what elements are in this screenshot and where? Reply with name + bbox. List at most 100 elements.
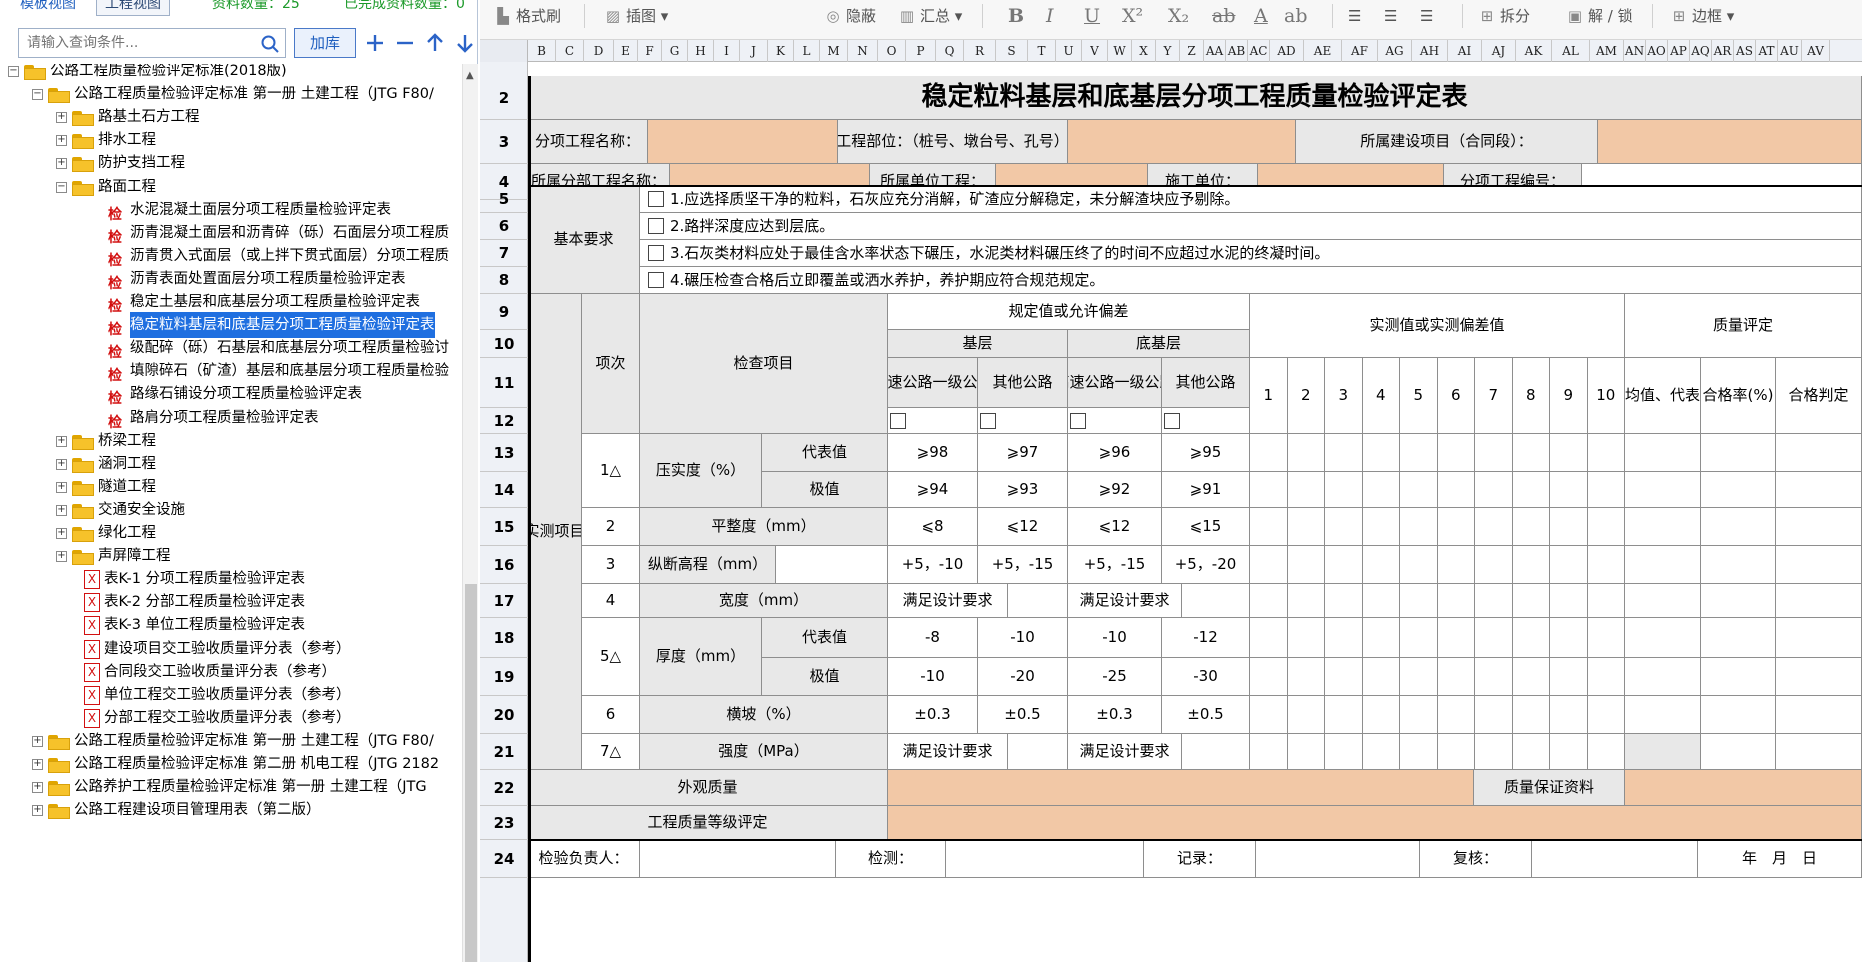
pass-rate-cell[interactable] (1701, 618, 1776, 658)
row-header-cell[interactable]: 10 (480, 330, 528, 358)
measured-value-cell[interactable] (1437, 584, 1475, 618)
tree-folder[interactable]: + 排水工程 (0, 127, 462, 153)
column-header-cell[interactable]: D (584, 40, 614, 62)
measured-value-cell[interactable] (1287, 434, 1325, 472)
column-header-cell[interactable]: W (1108, 40, 1132, 62)
measured-value-cell[interactable] (1362, 434, 1400, 472)
row-header-cell[interactable]: 3 (480, 120, 528, 164)
column-header-cell[interactable]: AF (1342, 40, 1378, 62)
column-header-cell[interactable]: C (556, 40, 584, 62)
pass-judgement-cell[interactable] (1776, 734, 1862, 770)
column-header-cell[interactable]: Z (1180, 40, 1204, 62)
tree-folder[interactable]: + 涵洞工程 (0, 451, 462, 477)
measured-value-cell[interactable] (1587, 508, 1625, 546)
measured-value-cell[interactable] (1512, 734, 1550, 770)
tree-item[interactable]: X 分部工程交工验收质量评分表（参考） (0, 705, 462, 731)
measured-value-cell[interactable] (1475, 734, 1513, 770)
row-header-cell[interactable]: 6 (480, 213, 528, 240)
row-header-cell[interactable]: 17 (480, 584, 528, 618)
requirement-checkbox[interactable] (648, 272, 664, 288)
measured-value-cell[interactable] (1475, 434, 1513, 472)
tree-item[interactable]: 检沥青贯入式面层（或上拌下贯式面层）分项工程质 (0, 243, 462, 269)
expand-toggle-icon[interactable]: + (32, 782, 43, 794)
road-class-checkbox[interactable] (1164, 412, 1180, 429)
quality-grade-input[interactable] (888, 806, 1862, 840)
measured-value-cell[interactable] (1325, 434, 1363, 472)
column-header-cell[interactable]: V (1082, 40, 1108, 62)
requirement-checkbox[interactable] (648, 245, 664, 261)
tree-folder[interactable]: + 桥梁工程 (0, 428, 462, 454)
column-header-cell[interactable]: O (878, 40, 906, 62)
insert-image-button[interactable]: ▨ 插图 ▾ (604, 2, 668, 30)
column-header-cell[interactable]: AI (1448, 40, 1482, 62)
measured-value-cell[interactable] (1475, 546, 1513, 584)
tree-item[interactable]: X 表K-2 分部工程质量检验评定表 (0, 589, 462, 615)
format-painter-button[interactable]: ▙ 格式刷 (494, 2, 561, 30)
strikethrough-button[interactable]: ab (1212, 2, 1236, 30)
elevation-input[interactable] (776, 546, 888, 584)
lock-button[interactable]: ▣ 解 / 锁 (1566, 2, 1633, 30)
reviewer-input[interactable] (1532, 840, 1698, 878)
tree-folder[interactable]: + 公路工程质量检验评定标准 第一册 土建工程（JTG F80/ (0, 728, 462, 754)
measured-value-cell[interactable] (1550, 434, 1588, 472)
pass-judgement-cell[interactable] (1776, 472, 1862, 508)
measured-value-cell[interactable] (1362, 734, 1400, 770)
column-header-cell[interactable]: AS (1734, 40, 1756, 62)
measured-value-cell[interactable] (1325, 618, 1363, 658)
expand-toggle-icon[interactable]: + (56, 504, 67, 516)
measured-value-cell[interactable] (1550, 618, 1588, 658)
expand-toggle-icon[interactable]: + (56, 135, 67, 147)
tree-item[interactable]: X 建设项目交工验收质量评分表（参考） (0, 636, 462, 662)
tree-folder[interactable]: + 交通安全设施 (0, 497, 462, 523)
column-header-cell[interactable]: AN (1624, 40, 1646, 62)
measured-value-cell[interactable] (1550, 658, 1588, 696)
column-header-cell[interactable]: G (662, 40, 688, 62)
measured-value-cell[interactable] (1400, 696, 1438, 734)
average-value-cell[interactable] (1625, 546, 1701, 584)
column-header-cell[interactable]: S (996, 40, 1028, 62)
measured-value-cell[interactable] (1287, 508, 1325, 546)
row-header-cell[interactable]: 19 (480, 658, 528, 696)
expand-toggle-icon[interactable]: + (56, 435, 67, 447)
measured-value-cell[interactable] (1512, 658, 1550, 696)
row-header-cell[interactable]: 11 (480, 358, 528, 408)
bold-button[interactable]: B (1008, 2, 1024, 30)
search-icon[interactable] (261, 35, 279, 53)
measured-value-cell[interactable] (1400, 584, 1438, 618)
measured-value-cell[interactable] (1250, 584, 1288, 618)
column-header-cell[interactable]: AT (1756, 40, 1778, 62)
measured-value-cell[interactable] (1362, 472, 1400, 508)
pass-judgement-cell[interactable] (1776, 696, 1862, 734)
measured-value-cell[interactable] (1587, 546, 1625, 584)
measured-value-cell[interactable] (1362, 696, 1400, 734)
tree-folder[interactable]: + 路基土石方工程 (0, 104, 462, 130)
column-header-cell[interactable]: AQ (1690, 40, 1712, 62)
measured-value-cell[interactable] (1250, 508, 1288, 546)
measured-value-cell[interactable] (1512, 696, 1550, 734)
column-header-cell[interactable]: AM (1590, 40, 1624, 62)
measured-value-cell[interactable] (1362, 658, 1400, 696)
measured-value-cell[interactable] (1250, 658, 1288, 696)
pass-rate-cell[interactable] (1701, 546, 1776, 584)
measured-value-cell[interactable] (1437, 658, 1475, 696)
tree-item[interactable]: 检级配碎（砾）石基层和底基层分项工程质量检验讨 (0, 335, 462, 361)
expand-toggle-icon[interactable]: + (32, 735, 43, 747)
measured-value-cell[interactable] (1400, 734, 1438, 770)
row-header-cell[interactable]: 8 (480, 267, 528, 294)
tree-folder[interactable]: + 绿化工程 (0, 520, 462, 546)
column-header-cell[interactable]: P (906, 40, 936, 62)
tree-folder[interactable]: + 隧道工程 (0, 474, 462, 500)
pass-rate-cell[interactable] (1701, 658, 1776, 696)
row-header-cell[interactable]: 14 (480, 472, 528, 508)
row-header-cell[interactable]: 9 (480, 294, 528, 330)
column-header-cell[interactable]: M (820, 40, 848, 62)
average-value-cell[interactable] (1625, 508, 1701, 546)
column-header-cell[interactable]: AE (1304, 40, 1342, 62)
measured-value-cell[interactable] (1512, 546, 1550, 584)
row-header-cell[interactable]: 21 (480, 734, 528, 770)
pass-rate-cell[interactable] (1701, 508, 1776, 546)
column-header-cell[interactable]: H (688, 40, 714, 62)
summary-button[interactable]: ▥ 汇总 ▾ (898, 2, 962, 30)
column-header-cell[interactable]: AU (1778, 40, 1802, 62)
measured-value-cell[interactable] (1550, 584, 1588, 618)
